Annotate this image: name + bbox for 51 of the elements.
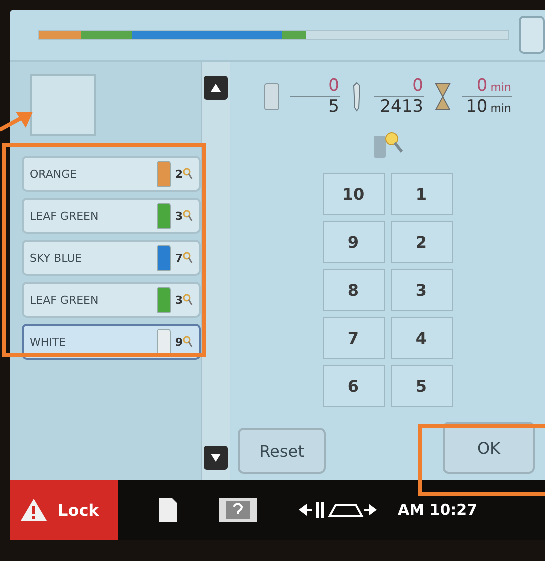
number-key[interactable]: 8 <box>322 269 384 311</box>
presser-foot-icon[interactable] <box>298 499 378 521</box>
total-count: 5 <box>328 97 340 117</box>
spool-icon <box>264 82 280 110</box>
current-count: 0 <box>290 76 340 97</box>
scroll-up-button[interactable] <box>204 76 228 100</box>
design-thumbnail <box>30 74 96 136</box>
number-key[interactable]: 2 <box>390 221 452 263</box>
number-key[interactable]: 4 <box>390 317 452 359</box>
thread-number: 2 <box>175 168 183 180</box>
thread-name: WHITE <box>30 336 68 348</box>
current-count: 0 min <box>462 76 512 97</box>
thread-number: 7 <box>175 252 183 264</box>
thread-name: ORANGE <box>30 168 78 180</box>
up-triangle-icon <box>211 84 221 92</box>
ok-button[interactable]: OK <box>443 422 535 474</box>
warning-icon <box>20 498 48 522</box>
thread-name: LEAF GREEN <box>30 294 100 306</box>
number-key[interactable]: 9 <box>322 221 384 263</box>
total-count: 2413 <box>380 97 424 117</box>
scroll-down-button[interactable] <box>204 446 228 470</box>
thread-name: LEAF GREEN <box>30 210 100 222</box>
current-count: 0 <box>374 76 424 97</box>
help-film-icon[interactable] <box>218 497 258 523</box>
spool-search-icon <box>372 131 402 159</box>
number-key[interactable]: 6 <box>322 365 384 407</box>
number-key[interactable]: 7 <box>322 317 384 359</box>
thread-item[interactable]: LEAF GREEN 3 <box>22 282 201 318</box>
thread-number: 9 <box>175 336 183 348</box>
thread-item[interactable]: SKY BLUE 7 <box>22 240 201 276</box>
number-key[interactable]: 10 <box>322 173 384 215</box>
number-key[interactable]: 1 <box>390 173 452 215</box>
thread-item[interactable]: LEAF GREEN 3 <box>22 198 201 234</box>
down-triangle-icon <box>211 454 221 462</box>
thread-item[interactable]: ORANGE 2 <box>22 156 201 192</box>
number-key[interactable]: 3 <box>390 269 452 311</box>
hourglass-icon <box>434 82 452 110</box>
magnifier-icon <box>183 210 193 222</box>
total-count: 10 min <box>466 97 512 117</box>
magnifier-icon <box>183 252 193 264</box>
thread-number: 3 <box>175 210 183 222</box>
clock: AM 10:27 <box>398 501 478 519</box>
number-key[interactable]: 5 <box>390 365 452 407</box>
reset-button[interactable]: Reset <box>238 428 326 474</box>
thread-name: SKY BLUE <box>30 252 84 264</box>
document-icon[interactable] <box>158 497 178 523</box>
magnifier-icon <box>183 294 193 306</box>
thread-number: 3 <box>175 294 183 306</box>
magnifier-icon <box>183 336 193 348</box>
magnifier-icon <box>183 168 193 180</box>
lock-button[interactable]: Lock <box>10 480 118 540</box>
